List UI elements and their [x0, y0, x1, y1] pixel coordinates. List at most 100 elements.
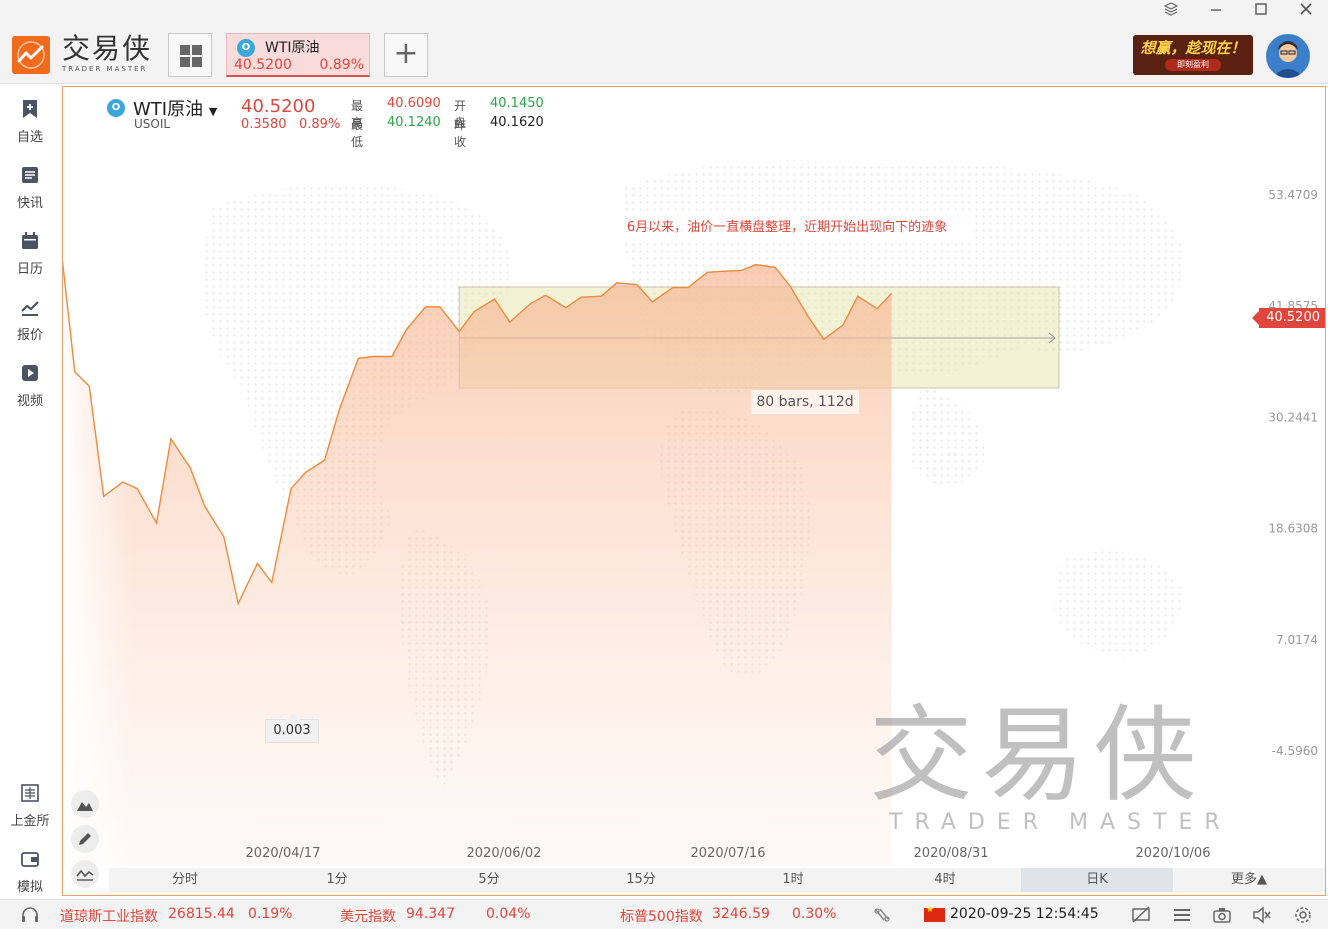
sidebar-item-watchlist[interactable]: 自选: [0, 99, 60, 155]
price-change: 0.3580: [241, 117, 287, 132]
period-tab-5m[interactable]: 5分: [413, 868, 565, 892]
ticker-dow-name[interactable]: 道琼斯工业指数: [60, 906, 158, 926]
layout-grid-button[interactable]: [168, 33, 212, 77]
indicator-button[interactable]: [71, 860, 99, 888]
bookmark-plus-icon: [23, 100, 37, 118]
sidebar-item-simulation[interactable]: 模拟: [0, 849, 60, 905]
trend-line-icon: [21, 301, 39, 316]
grid-icon: [180, 45, 202, 67]
last-price-marker: 40.5200: [1252, 308, 1325, 328]
ticker-sp-pct: 0.30%: [792, 906, 837, 922]
left-sidebar: 自选 快讯 日历 报价 视频 上金所 模拟: [0, 85, 60, 899]
indicator-wave-icon: [76, 869, 94, 881]
last-price: 40.5200: [241, 96, 316, 117]
chart-annotation-note[interactable]: 6月以来，油价一直横盘整理，近期开始出现向下的迹象: [599, 215, 975, 241]
chart-type-button[interactable]: [71, 790, 99, 818]
prev-close-label: 昨收: [454, 118, 467, 149]
prev-close-value: 40.1620: [490, 115, 544, 130]
open-value: 40.1450: [490, 96, 544, 111]
pencil-icon: [79, 833, 91, 845]
promo-banner[interactable]: 想赢，趁现在！ 即刻盈利: [1133, 35, 1253, 75]
mute-icon[interactable]: [1252, 906, 1272, 924]
close-button[interactable]: [1293, 2, 1319, 22]
brand: 交易侠 TRADER MASTER: [62, 32, 153, 74]
wallet-icon: [21, 852, 39, 867]
x-tick-label: 2020/07/16: [691, 846, 766, 861]
user-avatar[interactable]: [1266, 34, 1310, 78]
sidebar-item-label: 自选: [16, 130, 43, 145]
sidebar-item-quotes[interactable]: 报价: [0, 297, 60, 353]
low-value: 40.1240: [387, 115, 441, 130]
plus-icon: +: [393, 36, 419, 71]
news-list-icon: [22, 167, 38, 183]
ticker-dow-pct: 0.19%: [248, 906, 293, 922]
period-tab-1h[interactable]: 1时: [717, 868, 869, 892]
y-tick-label: 18.6308: [1268, 522, 1318, 536]
period-tab-tick[interactable]: 分时: [109, 868, 261, 892]
menu-icon[interactable]: [1172, 906, 1192, 924]
price-change-pct: 0.89%: [299, 117, 341, 132]
sidebar-item-label: 报价: [16, 328, 43, 343]
promo-subtitle: 即刻盈利: [1165, 59, 1221, 71]
draw-tool-button[interactable]: [71, 825, 99, 853]
headset-icon[interactable]: [20, 906, 40, 924]
watermark-logo: 交易侠 TRADER MASTER: [869, 699, 1232, 835]
period-tab-4h[interactable]: 4时: [869, 868, 1021, 892]
brand-subtitle: TRADER MASTER: [62, 65, 148, 73]
range-measure-label: 80 bars, 112d: [751, 390, 859, 414]
sidebar-item-label: 模拟: [16, 880, 43, 895]
server-datetime: 2020-09-25 12:54:45: [950, 906, 1099, 922]
sidebar-item-news[interactable]: 快讯: [0, 165, 60, 221]
ticker-sp-value: 3246.59: [712, 906, 770, 922]
sidebar-item-label: 日历: [16, 262, 43, 277]
tab-price: 40.5200: [234, 57, 292, 73]
camera-icon[interactable]: [1212, 906, 1232, 924]
y-tick-label: -4.5960: [1272, 744, 1318, 758]
period-tab-1m[interactable]: 1分: [261, 868, 413, 892]
symbol-code: USOIL: [134, 117, 171, 131]
period-tab-more[interactable]: 更多▲: [1173, 868, 1325, 892]
sidebar-item-video[interactable]: 视频: [0, 363, 60, 419]
low-label: 最低: [351, 118, 364, 149]
sidebar-item-label: 快讯: [16, 196, 43, 211]
promo-title: 想赢，趁现在！: [1140, 39, 1246, 57]
mountain-chart-icon: [77, 802, 93, 811]
maximize-button[interactable]: [1248, 2, 1274, 22]
watermark-en: TRADER MASTER: [889, 810, 1232, 835]
y-tick-label: 53.4709: [1268, 188, 1318, 202]
link-icon[interactable]: [872, 906, 892, 924]
x-tick-label: 2020/06/02: [467, 846, 542, 861]
ticker-dow-value: 26815.44: [168, 906, 235, 922]
ticker-sp-name[interactable]: 标普500指数: [620, 906, 703, 926]
ticker-usd-name[interactable]: 美元指数: [340, 906, 396, 926]
minimize-button[interactable]: [1203, 2, 1229, 22]
oil-symbol-icon: O: [107, 99, 125, 117]
app-logo-icon: [12, 36, 50, 74]
sidebar-item-calendar[interactable]: 日历: [0, 231, 60, 287]
symbol-tab-wti[interactable]: O WTI原油 40.5200 0.89%: [226, 33, 370, 77]
exchange-icon: [21, 784, 39, 802]
china-flag-icon: [924, 905, 945, 922]
title-bar: 交易侠 TRADER MASTER O WTI原油 40.5200 0.89% …: [0, 0, 1328, 84]
caret-down-icon: ▼: [208, 105, 218, 118]
play-icon: [22, 365, 38, 381]
x-tick-label: 2020/04/17: [246, 846, 321, 861]
chart-panel[interactable]: 53.4709 41.8575 30.2441 18.6308 7.0174 -4.596…: [62, 86, 1326, 896]
high-value: 40.6090: [387, 96, 441, 111]
settings-gear-icon[interactable]: [1293, 906, 1313, 924]
sidebar-item-sge[interactable]: 上金所: [0, 783, 60, 839]
tab-change-pct: 0.89%: [319, 57, 364, 73]
period-tab-15m[interactable]: 15分: [565, 868, 717, 892]
add-tab-button[interactable]: +: [384, 33, 428, 77]
x-tick-label: 2020/10/06: [1136, 846, 1211, 861]
screen-off-icon[interactable]: [1131, 906, 1151, 924]
skin-icon[interactable]: [1158, 2, 1184, 22]
period-tab-daily[interactable]: 日K: [1021, 868, 1173, 892]
y-tick-label: 30.2441: [1268, 410, 1318, 424]
low-point-tooltip: 0.003: [265, 713, 319, 743]
brand-name: 交易侠: [62, 32, 153, 65]
status-bar: 道琼斯工业指数 26815.44 0.19% 美元指数 94.347 0.04%…: [0, 899, 1328, 929]
calendar-icon: [22, 232, 38, 249]
sidebar-item-label: 上金所: [10, 814, 50, 829]
left-edge-fade: [63, 87, 133, 867]
